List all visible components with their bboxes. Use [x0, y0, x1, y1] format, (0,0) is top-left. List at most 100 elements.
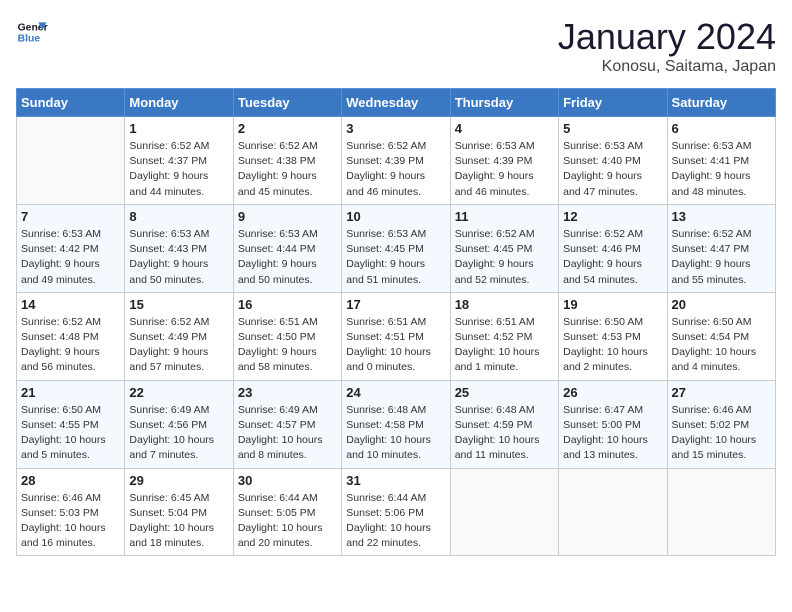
- day-info: Sunrise: 6:52 AMSunset: 4:45 PMDaylight:…: [455, 227, 554, 288]
- day-info: Sunrise: 6:53 AMSunset: 4:42 PMDaylight:…: [21, 227, 120, 288]
- calendar-cell: 1Sunrise: 6:52 AMSunset: 4:37 PMDaylight…: [125, 117, 233, 205]
- day-info: Sunrise: 6:48 AMSunset: 4:58 PMDaylight:…: [346, 403, 445, 464]
- weekday-header: Wednesday: [342, 89, 450, 117]
- calendar-cell: [667, 468, 775, 556]
- day-info: Sunrise: 6:50 AMSunset: 4:53 PMDaylight:…: [563, 315, 662, 376]
- calendar-cell: 18 Sunrise: 6:51 AMSunset: 4:52 PMDayligh…: [450, 292, 558, 380]
- day-info: Sunrise: 6:45 AMSunset: 5:04 PMDaylight:…: [129, 491, 228, 552]
- day-number: 10: [346, 209, 445, 224]
- calendar-cell: 25 Sunrise: 6:48 AMSunset: 4:59 PMDayligh…: [450, 380, 558, 468]
- calendar-table: SundayMondayTuesdayWednesdayThursdayFrid…: [16, 88, 776, 556]
- day-number: 27: [672, 385, 771, 400]
- day-info: Sunrise: 6:52 AMSunset: 4:46 PMDaylight:…: [563, 227, 662, 288]
- day-number: 16: [238, 297, 337, 312]
- day-info: Sunrise: 6:46 AMSunset: 5:02 PMDaylight:…: [672, 403, 771, 464]
- day-number: 21: [21, 385, 120, 400]
- calendar-cell: 27 Sunrise: 6:46 AMSunset: 5:02 PMDayligh…: [667, 380, 775, 468]
- calendar-cell: [450, 468, 558, 556]
- day-number: 24: [346, 385, 445, 400]
- day-number: 22: [129, 385, 228, 400]
- calendar-cell: 16 Sunrise: 6:51 AMSunset: 4:50 PMDayligh…: [233, 292, 341, 380]
- day-number: 18: [455, 297, 554, 312]
- day-info: Sunrise: 6:53 AMSunset: 4:43 PMDaylight:…: [129, 227, 228, 288]
- day-number: 11: [455, 209, 554, 224]
- day-number: 30: [238, 473, 337, 488]
- calendar-cell: 11 Sunrise: 6:52 AMSunset: 4:45 PMDayligh…: [450, 204, 558, 292]
- weekday-header: Thursday: [450, 89, 558, 117]
- calendar-cell: [17, 117, 125, 205]
- weekday-header: Friday: [559, 89, 667, 117]
- calendar-cell: 23 Sunrise: 6:49 AMSunset: 4:57 PMDayligh…: [233, 380, 341, 468]
- logo: General Blue: [16, 16, 48, 48]
- weekday-header: Monday: [125, 89, 233, 117]
- calendar-cell: 14 Sunrise: 6:52 AMSunset: 4:48 PMDayligh…: [17, 292, 125, 380]
- day-info: Sunrise: 6:52 AMSunset: 4:49 PMDaylight:…: [129, 315, 228, 376]
- calendar-cell: 12 Sunrise: 6:52 AMSunset: 4:46 PMDayligh…: [559, 204, 667, 292]
- calendar-cell: 30 Sunrise: 6:44 AMSunset: 5:05 PMDayligh…: [233, 468, 341, 556]
- logo-icon: General Blue: [16, 16, 48, 48]
- day-info: Sunrise: 6:51 AMSunset: 4:50 PMDaylight:…: [238, 315, 337, 376]
- calendar-cell: 3 Sunrise: 6:52 AMSunset: 4:39 PMDaylight…: [342, 117, 450, 205]
- day-info: Sunrise: 6:49 AMSunset: 4:57 PMDaylight:…: [238, 403, 337, 464]
- day-number: 29: [129, 473, 228, 488]
- day-number: 8: [129, 209, 228, 224]
- calendar-cell: 17 Sunrise: 6:51 AMSunset: 4:51 PMDayligh…: [342, 292, 450, 380]
- day-number: 14: [21, 297, 120, 312]
- calendar-cell: 28 Sunrise: 6:46 AMSunset: 5:03 PMDayligh…: [17, 468, 125, 556]
- day-number: 5: [563, 121, 662, 136]
- day-info: Sunrise: 6:44 AMSunset: 5:06 PMDaylight:…: [346, 491, 445, 552]
- day-info: Sunrise: 6:44 AMSunset: 5:05 PMDaylight:…: [238, 491, 337, 552]
- calendar-cell: 9 Sunrise: 6:53 AMSunset: 4:44 PMDaylight…: [233, 204, 341, 292]
- calendar-cell: 22 Sunrise: 6:49 AMSunset: 4:56 PMDayligh…: [125, 380, 233, 468]
- calendar-subtitle: Konosu, Saitama, Japan: [558, 58, 776, 76]
- weekday-header: Tuesday: [233, 89, 341, 117]
- calendar-cell: 4Sunrise: 6:53 AMSunset: 4:39 PMDaylight…: [450, 117, 558, 205]
- day-number: 7: [21, 209, 120, 224]
- day-info: Sunrise: 6:53 AMSunset: 4:40 PMDaylight:…: [563, 139, 662, 200]
- day-number: 9: [238, 209, 337, 224]
- day-number: 6: [672, 121, 771, 136]
- day-info: Sunrise: 6:48 AMSunset: 4:59 PMDaylight:…: [455, 403, 554, 464]
- calendar-cell: 31 Sunrise: 6:44 AMSunset: 5:06 PMDayligh…: [342, 468, 450, 556]
- calendar-cell: 13Sunrise: 6:52 AMSunset: 4:47 PMDayligh…: [667, 204, 775, 292]
- day-info: Sunrise: 6:52 AMSunset: 4:48 PMDaylight:…: [21, 315, 120, 376]
- day-number: 28: [21, 473, 120, 488]
- day-number: 2: [238, 121, 337, 136]
- svg-text:Blue: Blue: [18, 34, 41, 45]
- weekday-header: Sunday: [17, 89, 125, 117]
- day-number: 1: [129, 121, 228, 136]
- day-number: 12: [563, 209, 662, 224]
- day-number: 23: [238, 385, 337, 400]
- calendar-cell: 8 Sunrise: 6:53 AMSunset: 4:43 PMDaylight…: [125, 204, 233, 292]
- day-number: 19: [563, 297, 662, 312]
- calendar-cell: 26 Sunrise: 6:47 AMSunset: 5:00 PMDayligh…: [559, 380, 667, 468]
- day-info: Sunrise: 6:53 AMSunset: 4:44 PMDaylight:…: [238, 227, 337, 288]
- day-number: 26: [563, 385, 662, 400]
- day-number: 25: [455, 385, 554, 400]
- day-info: Sunrise: 6:52 AMSunset: 4:38 PMDaylight:…: [238, 139, 337, 200]
- day-info: Sunrise: 6:53 AMSunset: 4:41 PMDaylight:…: [672, 139, 771, 200]
- calendar-cell: 19 Sunrise: 6:50 AMSunset: 4:53 PMDayligh…: [559, 292, 667, 380]
- calendar-cell: 7 Sunrise: 6:53 AMSunset: 4:42 PMDaylight…: [17, 204, 125, 292]
- calendar-cell: 21 Sunrise: 6:50 AMSunset: 4:55 PMDayligh…: [17, 380, 125, 468]
- calendar-cell: 29 Sunrise: 6:45 AMSunset: 5:04 PMDayligh…: [125, 468, 233, 556]
- day-number: 3: [346, 121, 445, 136]
- calendar-cell: 20Sunrise: 6:50 AMSunset: 4:54 PMDayligh…: [667, 292, 775, 380]
- day-info: Sunrise: 6:46 AMSunset: 5:03 PMDaylight:…: [21, 491, 120, 552]
- day-info: Sunrise: 6:50 AMSunset: 4:54 PMDaylight:…: [672, 315, 771, 376]
- day-number: 31: [346, 473, 445, 488]
- day-info: Sunrise: 6:51 AMSunset: 4:51 PMDaylight:…: [346, 315, 445, 376]
- day-info: Sunrise: 6:51 AMSunset: 4:52 PMDaylight:…: [455, 315, 554, 376]
- day-info: Sunrise: 6:47 AMSunset: 5:00 PMDaylight:…: [563, 403, 662, 464]
- day-number: 17: [346, 297, 445, 312]
- day-info: Sunrise: 6:53 AMSunset: 4:45 PMDaylight:…: [346, 227, 445, 288]
- page-header: General Blue January 2024 Konosu, Saitam…: [16, 16, 776, 76]
- calendar-title: January 2024: [558, 16, 776, 58]
- weekday-header: Saturday: [667, 89, 775, 117]
- day-info: Sunrise: 6:52 AMSunset: 4:39 PMDaylight:…: [346, 139, 445, 200]
- day-info: Sunrise: 6:50 AMSunset: 4:55 PMDaylight:…: [21, 403, 120, 464]
- title-block: January 2024 Konosu, Saitama, Japan: [558, 16, 776, 76]
- day-number: 13: [672, 209, 771, 224]
- calendar-cell: [559, 468, 667, 556]
- day-info: Sunrise: 6:49 AMSunset: 4:56 PMDaylight:…: [129, 403, 228, 464]
